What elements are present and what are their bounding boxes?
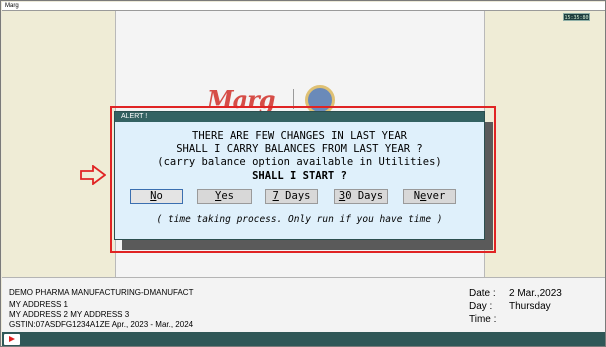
alert-question: SHALL I START ? bbox=[252, 170, 347, 182]
bottom-bar bbox=[2, 332, 605, 346]
alert-header: ALERT ! bbox=[115, 112, 484, 122]
status-footer: DEMO PHARMA MANUFACTURING-DMANUFACT MY A… bbox=[2, 277, 605, 332]
date-row: Date : 2 Mar.,2023 bbox=[469, 287, 562, 300]
day-value: Thursday bbox=[509, 301, 551, 312]
date-info: Date : 2 Mar.,2023 Day : Thursday Time : bbox=[469, 287, 562, 326]
alert-dialog: ALERT ! THERE ARE FEW CHANGES IN LAST YE… bbox=[114, 111, 485, 240]
date-label: Date : bbox=[469, 288, 496, 299]
no-button-rest: o bbox=[156, 190, 163, 202]
alert-message-line-1: THERE ARE FEW CHANGES IN LAST YEAR bbox=[192, 130, 407, 142]
seven-days-button-rest: Days bbox=[278, 190, 311, 202]
background-left-panel bbox=[2, 11, 115, 277]
play-triangle bbox=[9, 336, 15, 342]
alert-note: ( time taking process. Only run if you h… bbox=[156, 214, 443, 225]
thirty-days-button-rest: 0 Days bbox=[345, 190, 384, 202]
window-title: Marg bbox=[5, 3, 19, 9]
day-row: Day : Thursday bbox=[469, 300, 562, 313]
date-value: 2 Mar.,2023 bbox=[509, 288, 562, 299]
never-button-rest: ver bbox=[426, 190, 446, 202]
time-label: Time : bbox=[469, 314, 497, 325]
company-address-1: MY ADDRESS 1 bbox=[9, 300, 68, 309]
never-button[interactable]: Never bbox=[403, 189, 456, 204]
thirty-days-button[interactable]: 30 Days bbox=[334, 189, 388, 204]
company-gstin: GSTIN:07ASDFG1234A1ZE Apr., 2023 - Mar.,… bbox=[9, 320, 194, 329]
right-arrow-outline-icon bbox=[80, 165, 106, 185]
company-info: DEMO PHARMA MANUFACTURING-DMANUFACT MY A… bbox=[9, 288, 193, 330]
clock-display: 15:35:80 bbox=[563, 13, 590, 21]
no-button[interactable]: No bbox=[130, 189, 183, 204]
alert-message-line-2: SHALL I CARRY BALANCES FROM LAST YEAR ? bbox=[176, 143, 423, 155]
play-icon[interactable] bbox=[4, 334, 20, 345]
day-label: Day : bbox=[469, 301, 493, 312]
company-address-2: MY ADDRESS 2 MY ADDRESS 3 bbox=[9, 310, 130, 319]
alert-message-line-3: (carry balance option available in Utili… bbox=[157, 156, 442, 168]
title-bar: Marg bbox=[2, 2, 605, 11]
background-right-panel bbox=[485, 11, 605, 277]
app-window: Marg 15:35:80 Marg ALERT ! THERE ARE FEW… bbox=[0, 0, 606, 347]
seven-days-button[interactable]: 7 Days bbox=[265, 189, 318, 204]
company-name: DEMO PHARMA MANUFACTURING-DMANUFACT bbox=[9, 288, 194, 297]
yes-button[interactable]: Yes bbox=[197, 189, 252, 204]
time-row: Time : bbox=[469, 313, 562, 326]
yes-button-rest: es bbox=[221, 190, 234, 202]
